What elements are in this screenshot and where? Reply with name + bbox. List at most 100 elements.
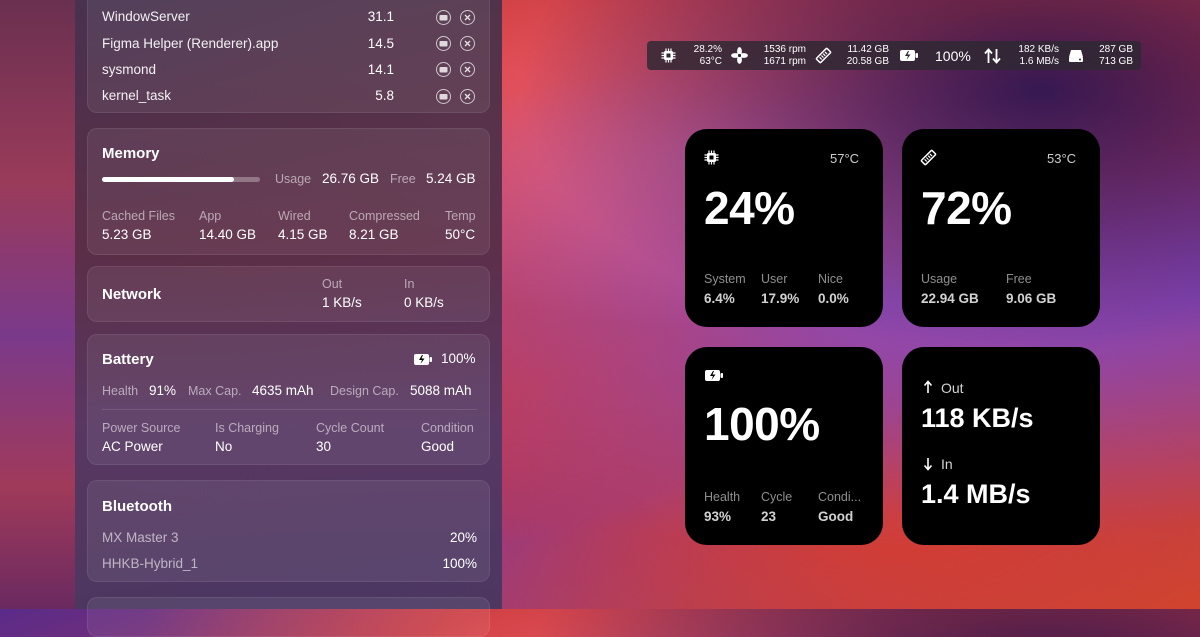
menubar-disk-free: 713 GB: [1099, 56, 1133, 67]
cpu-widget-stat-value: 6.4%: [704, 291, 735, 306]
process-name: sysmond: [102, 62, 157, 77]
menubar-cpu-load: 28.2%: [693, 44, 722, 55]
network-widget[interactable]: Out 118 KB/s In 1.4 MB/s: [902, 347, 1100, 545]
memory-stat-label: Cached Files: [102, 209, 175, 223]
cpu-widget-stat-label: Nice: [818, 272, 844, 286]
network-widget-in-label: In: [941, 456, 953, 472]
battery-stat-label: Is Charging: [215, 421, 279, 435]
battery-widget-stat-value: 23: [761, 509, 777, 524]
memory-stat-label: Temp: [445, 209, 476, 223]
bluetooth-title: Bluetooth: [102, 498, 172, 515]
process-info-button[interactable]: [436, 10, 451, 25]
memory-usage-value: 26.76 GB: [322, 171, 380, 186]
network-in-value: 0 KB/s: [404, 295, 444, 310]
battery-stat-label: Condition: [421, 421, 474, 435]
battery-designcap-label: Design Cap.: [330, 384, 399, 398]
folder-icon: [439, 94, 448, 100]
cpu-widget-stat-value: 0.0%: [818, 291, 849, 306]
memory-widget-value: 72%: [921, 182, 1012, 234]
process-info-button[interactable]: [436, 62, 451, 77]
battery-health-value: 91%: [149, 383, 177, 398]
battery-title: Battery: [102, 351, 154, 368]
arrow-down-icon: [923, 458, 933, 471]
memory-usage-bar-fill: [102, 177, 235, 182]
memory-stat-value: 8.21 GB: [349, 227, 399, 242]
menubar-fan1: 1536 rpm: [763, 44, 806, 55]
close-icon: [464, 14, 471, 21]
battery-percent: 100%: [441, 351, 476, 366]
memory-stat-value: 5.23 GB: [102, 227, 152, 242]
memory-widget-stat-label: Free: [1006, 272, 1032, 286]
network-out-label: Out: [322, 277, 343, 291]
memory-free-value: 5.24 GB: [426, 171, 476, 186]
processes-card: WindowServer 31.1 Figma Helper (Renderer…: [87, 0, 490, 113]
battery-widget-value: 100%: [704, 398, 820, 450]
battery-health-label: Health: [102, 384, 139, 398]
process-info-button[interactable]: [436, 89, 451, 104]
menubar-cpu-temp: 63°C: [699, 56, 722, 67]
battery-widget-stat-label: Health: [704, 490, 741, 504]
memory-stat-value: 4.15 GB: [278, 227, 328, 242]
network-in-label: In: [404, 277, 415, 291]
memory-stat-value: 50°C: [445, 227, 476, 242]
memory-stat-label: Compressed: [349, 209, 420, 223]
bluetooth-card: Bluetooth MX Master 3 20% HHKB-Hybrid_1 …: [87, 480, 490, 582]
cpu-widget-value: 24%: [704, 182, 795, 234]
close-icon: [464, 66, 471, 73]
menubar-disk-used: 287 GB: [1099, 44, 1133, 55]
process-name: WindowServer: [102, 9, 190, 24]
network-card: Network Out 1 KB/s In 0 KB/s: [87, 266, 490, 322]
cpu-widget-stat-label: User: [761, 272, 788, 286]
disk-icon: [1069, 50, 1083, 62]
bluetooth-device-name: MX Master 3: [102, 530, 179, 545]
process-info-button[interactable]: [436, 36, 451, 51]
desktop-left-strip: [0, 0, 75, 609]
memory-stat-label: Wired: [278, 209, 311, 223]
memory-widget-stat-value: 9.06 GB: [1006, 291, 1057, 306]
cpu-widget-temp: 57°C: [830, 151, 860, 166]
battery-widget-stat-value: Good: [818, 509, 854, 524]
close-icon: [464, 93, 471, 100]
menubar-stats[interactable]: 28.2% 63°C 1536 rpm 1671 rpm 11.42 GB 20…: [647, 41, 1141, 70]
process-name: Figma Helper (Renderer).app: [102, 36, 279, 51]
network-title: Network: [102, 286, 162, 303]
stats-panel: WindowServer 31.1 Figma Helper (Renderer…: [75, 0, 502, 637]
memory-stat-label: App: [199, 209, 222, 223]
process-value: 14.5: [367, 36, 394, 51]
process-name: kernel_task: [102, 88, 172, 103]
process-kill-button[interactable]: [460, 36, 475, 51]
process-value: 14.1: [367, 62, 394, 77]
bluetooth-device-battery: 20%: [449, 530, 477, 545]
battery-plug-icon: [900, 50, 918, 61]
bluetooth-device-battery: 100%: [442, 556, 477, 571]
battery-maxcap-value: 4635 mAh: [252, 383, 314, 398]
battery-maxcap-label: Max Cap.: [188, 384, 242, 398]
network-widget-out-value: 118 KB/s: [921, 403, 1034, 433]
memory-card: Memory Usage 26.76 GB Free 5.24 GB Cache…: [87, 128, 490, 255]
battery-plug-icon: [705, 370, 723, 381]
memory-usage-label: Usage: [275, 172, 312, 186]
menubar-net-in: 1.6 MB/s: [1019, 56, 1059, 67]
battery-widget[interactable]: 100% Health 93% Cycle 23 Condi... Good: [685, 347, 883, 545]
cpu-widget[interactable]: 57°C 24% System 6.4% User 17.9% Nice 0.0…: [685, 129, 883, 327]
battery-widget-stat-label: Cycle: [761, 490, 793, 504]
process-kill-button[interactable]: [460, 62, 475, 77]
battery-card: Battery 100% Health 91% Max Cap. 4635 mA…: [87, 334, 490, 465]
process-kill-button[interactable]: [460, 89, 475, 104]
battery-divider: [102, 409, 477, 410]
menubar-mem-total: 20.58 GB: [846, 56, 889, 67]
cpu-widget-stat-value: 17.9%: [761, 291, 800, 306]
battery-widget-stat-value: 93%: [704, 509, 732, 524]
memory-icon: [920, 149, 937, 166]
memory-widget-temp: 53°C: [1047, 151, 1077, 166]
folder-icon: [439, 41, 448, 47]
memory-widget-stat-label: Usage: [921, 272, 958, 286]
menubar-battery: 100%: [935, 48, 971, 64]
memory-widget[interactable]: 53°C 72% Usage 22.94 GB Free 9.06 GB: [902, 129, 1100, 327]
cpu-icon: [704, 150, 719, 165]
battery-widget-stat-label: Condi...: [818, 490, 862, 504]
battery-stat-value: 30: [316, 439, 332, 454]
battery-designcap-value: 5088 mAh: [410, 383, 472, 398]
process-kill-button[interactable]: [460, 10, 475, 25]
network-arrows-icon: [984, 48, 1001, 64]
